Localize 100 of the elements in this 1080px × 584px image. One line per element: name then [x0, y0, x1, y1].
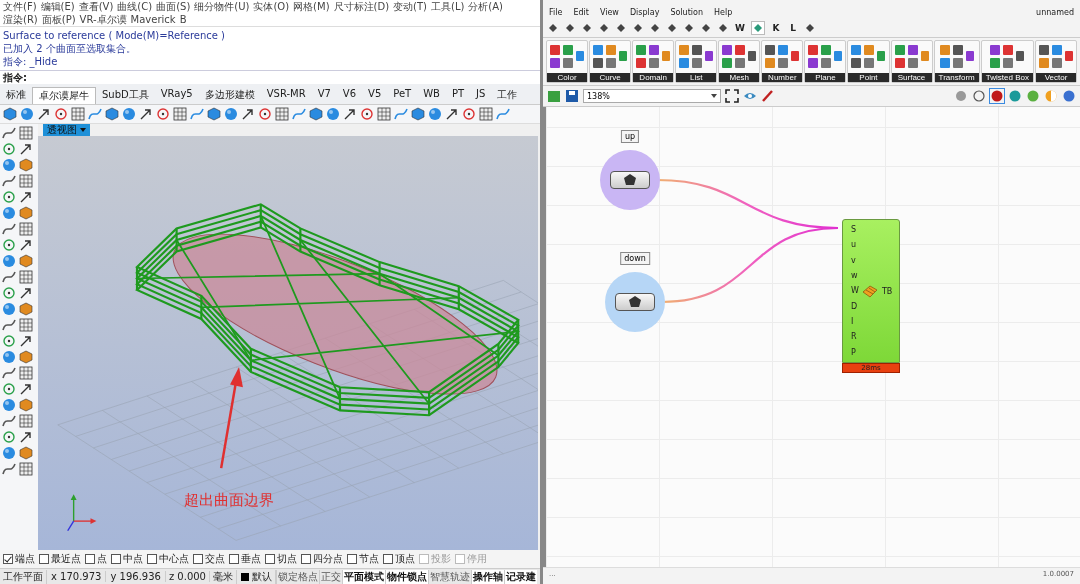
- menu-item[interactable]: 实体(O): [253, 0, 290, 13]
- osnap-checkbox[interactable]: 切点: [265, 552, 297, 566]
- menu-item[interactable]: File: [549, 8, 563, 17]
- save-icon[interactable]: [565, 89, 579, 103]
- arrow-icon[interactable]: [19, 142, 33, 156]
- layer-label[interactable]: 默认: [248, 569, 276, 584]
- menu-item[interactable]: Display: [629, 8, 660, 17]
- open-file-icon[interactable]: [547, 89, 561, 103]
- surface-param-node[interactable]: [615, 293, 655, 311]
- status-toggle[interactable]: 记录建: [503, 569, 537, 584]
- command-prompt[interactable]: 指令:: [0, 70, 540, 84]
- component-icons-drawing[interactable]: [721, 44, 758, 70]
- component-icons-drawing[interactable]: [989, 44, 1026, 70]
- brush-icon[interactable]: [761, 89, 775, 103]
- category-tab[interactable]: L: [787, 22, 799, 34]
- cube-icon[interactable]: [19, 350, 33, 364]
- menu-item[interactable]: 文件(F): [3, 0, 37, 13]
- toolbar-tab[interactable]: 多边形建模: [198, 87, 261, 104]
- cube-icon[interactable]: [19, 302, 33, 316]
- component-icons-drawing[interactable]: [592, 44, 629, 70]
- curve-icon[interactable]: [292, 107, 306, 121]
- grid-icon[interactable]: [173, 107, 187, 121]
- toolbar-tab[interactable]: V6: [336, 87, 363, 104]
- grid-icon[interactable]: [275, 107, 289, 121]
- input-parameter[interactable]: S: [843, 225, 859, 235]
- cube-icon[interactable]: [207, 107, 221, 121]
- status-toggle[interactable]: 智慧轨迹: [427, 569, 471, 584]
- input-parameter[interactable]: u: [843, 240, 859, 250]
- output-parameter[interactable]: TB: [881, 286, 893, 296]
- category-tab[interactable]: [683, 22, 695, 34]
- category-tab[interactable]: [717, 22, 729, 34]
- arrow-icon[interactable]: [445, 107, 459, 121]
- toolbar-tab[interactable]: V7: [311, 87, 337, 104]
- toolbar-tab[interactable]: V5: [362, 87, 388, 104]
- menu-item[interactable]: Solution: [670, 8, 703, 17]
- sphere-icon[interactable]: [1062, 89, 1076, 103]
- ribbon-group-label[interactable]: Plane: [805, 73, 846, 82]
- menu-item[interactable]: 查看(V): [78, 0, 114, 13]
- curve-icon[interactable]: [394, 107, 408, 121]
- zoom-dropdown[interactable]: 138%: [583, 89, 721, 103]
- dropdown-caret-icon[interactable]: [711, 94, 717, 98]
- arrow-icon[interactable]: [19, 382, 33, 396]
- cube-icon[interactable]: [19, 398, 33, 412]
- menu-item[interactable]: 网格(M): [293, 0, 330, 13]
- category-tab[interactable]: [632, 22, 644, 34]
- input-parameter[interactable]: v: [843, 255, 859, 265]
- menu-item[interactable]: 曲面(S): [156, 0, 191, 13]
- menu-item[interactable]: View: [599, 8, 619, 17]
- curve-icon[interactable]: [2, 462, 16, 476]
- menu-item[interactable]: 编辑(E): [40, 0, 75, 13]
- arrow-icon[interactable]: [139, 107, 153, 121]
- curve-icon[interactable]: [2, 222, 16, 236]
- component-icons-drawing[interactable]: [549, 44, 586, 70]
- menu-item[interactable]: 分析(A): [468, 0, 503, 13]
- menu-item[interactable]: 细分物件(U): [194, 0, 250, 13]
- component-icons-drawing[interactable]: [678, 44, 715, 70]
- ribbon-group-label[interactable]: Curve: [590, 73, 631, 82]
- menu-item[interactable]: 工具(L): [431, 0, 465, 13]
- circle-icon[interactable]: [156, 107, 170, 121]
- arrow-icon[interactable]: [19, 190, 33, 204]
- curve-icon[interactable]: [2, 270, 16, 284]
- curve-icon[interactable]: [2, 318, 16, 332]
- shaded-preview-icon[interactable]: [990, 89, 1004, 103]
- status-toggle[interactable]: 平面模式: [341, 569, 385, 584]
- ribbon-group-label[interactable]: Mesh: [719, 73, 760, 82]
- osnap-checkbox[interactable]: 四分点: [301, 552, 343, 566]
- grid-icon[interactable]: [377, 107, 391, 121]
- category-tab[interactable]: [700, 22, 712, 34]
- category-tab[interactable]: W: [734, 22, 746, 34]
- menu-item[interactable]: B: [179, 13, 187, 26]
- toolbar-tab[interactable]: WB: [417, 87, 446, 104]
- cube-icon[interactable]: [19, 254, 33, 268]
- component-icons-drawing[interactable]: [807, 44, 844, 70]
- menu-item[interactable]: 曲线(C): [117, 0, 153, 13]
- ribbon-group-label[interactable]: Color: [547, 73, 588, 82]
- circle-icon[interactable]: [360, 107, 374, 121]
- ribbon-group-label[interactable]: List: [676, 73, 717, 82]
- arrow-icon[interactable]: [19, 286, 33, 300]
- curve-icon[interactable]: [190, 107, 204, 121]
- component-icons-drawing[interactable]: [764, 44, 801, 70]
- input-parameter[interactable]: R: [843, 332, 859, 342]
- component-icons-drawing[interactable]: [635, 44, 672, 70]
- category-tab[interactable]: [666, 22, 678, 34]
- category-tab[interactable]: [804, 22, 816, 34]
- status-toggle[interactable]: 正交: [318, 569, 342, 584]
- ribbon-group-label[interactable]: Transform: [934, 73, 979, 82]
- cube-icon[interactable]: [309, 107, 323, 121]
- grid-icon[interactable]: [479, 107, 493, 121]
- category-tab[interactable]: [547, 22, 559, 34]
- curve-icon[interactable]: [88, 107, 102, 121]
- component-icons-drawing[interactable]: [1038, 44, 1074, 70]
- category-tab[interactable]: [598, 22, 610, 34]
- osnap-checkbox[interactable]: 中点: [111, 552, 143, 566]
- menu-item[interactable]: 变动(T): [393, 0, 427, 13]
- ribbon-group-label[interactable]: Domain: [633, 73, 674, 82]
- ribbon-group-label[interactable]: Vector: [1036, 73, 1077, 82]
- curve-icon[interactable]: [2, 174, 16, 188]
- component-icons-drawing[interactable]: [938, 44, 975, 70]
- cube-icon[interactable]: [105, 107, 119, 121]
- menu-item[interactable]: 渲染(R): [3, 13, 38, 26]
